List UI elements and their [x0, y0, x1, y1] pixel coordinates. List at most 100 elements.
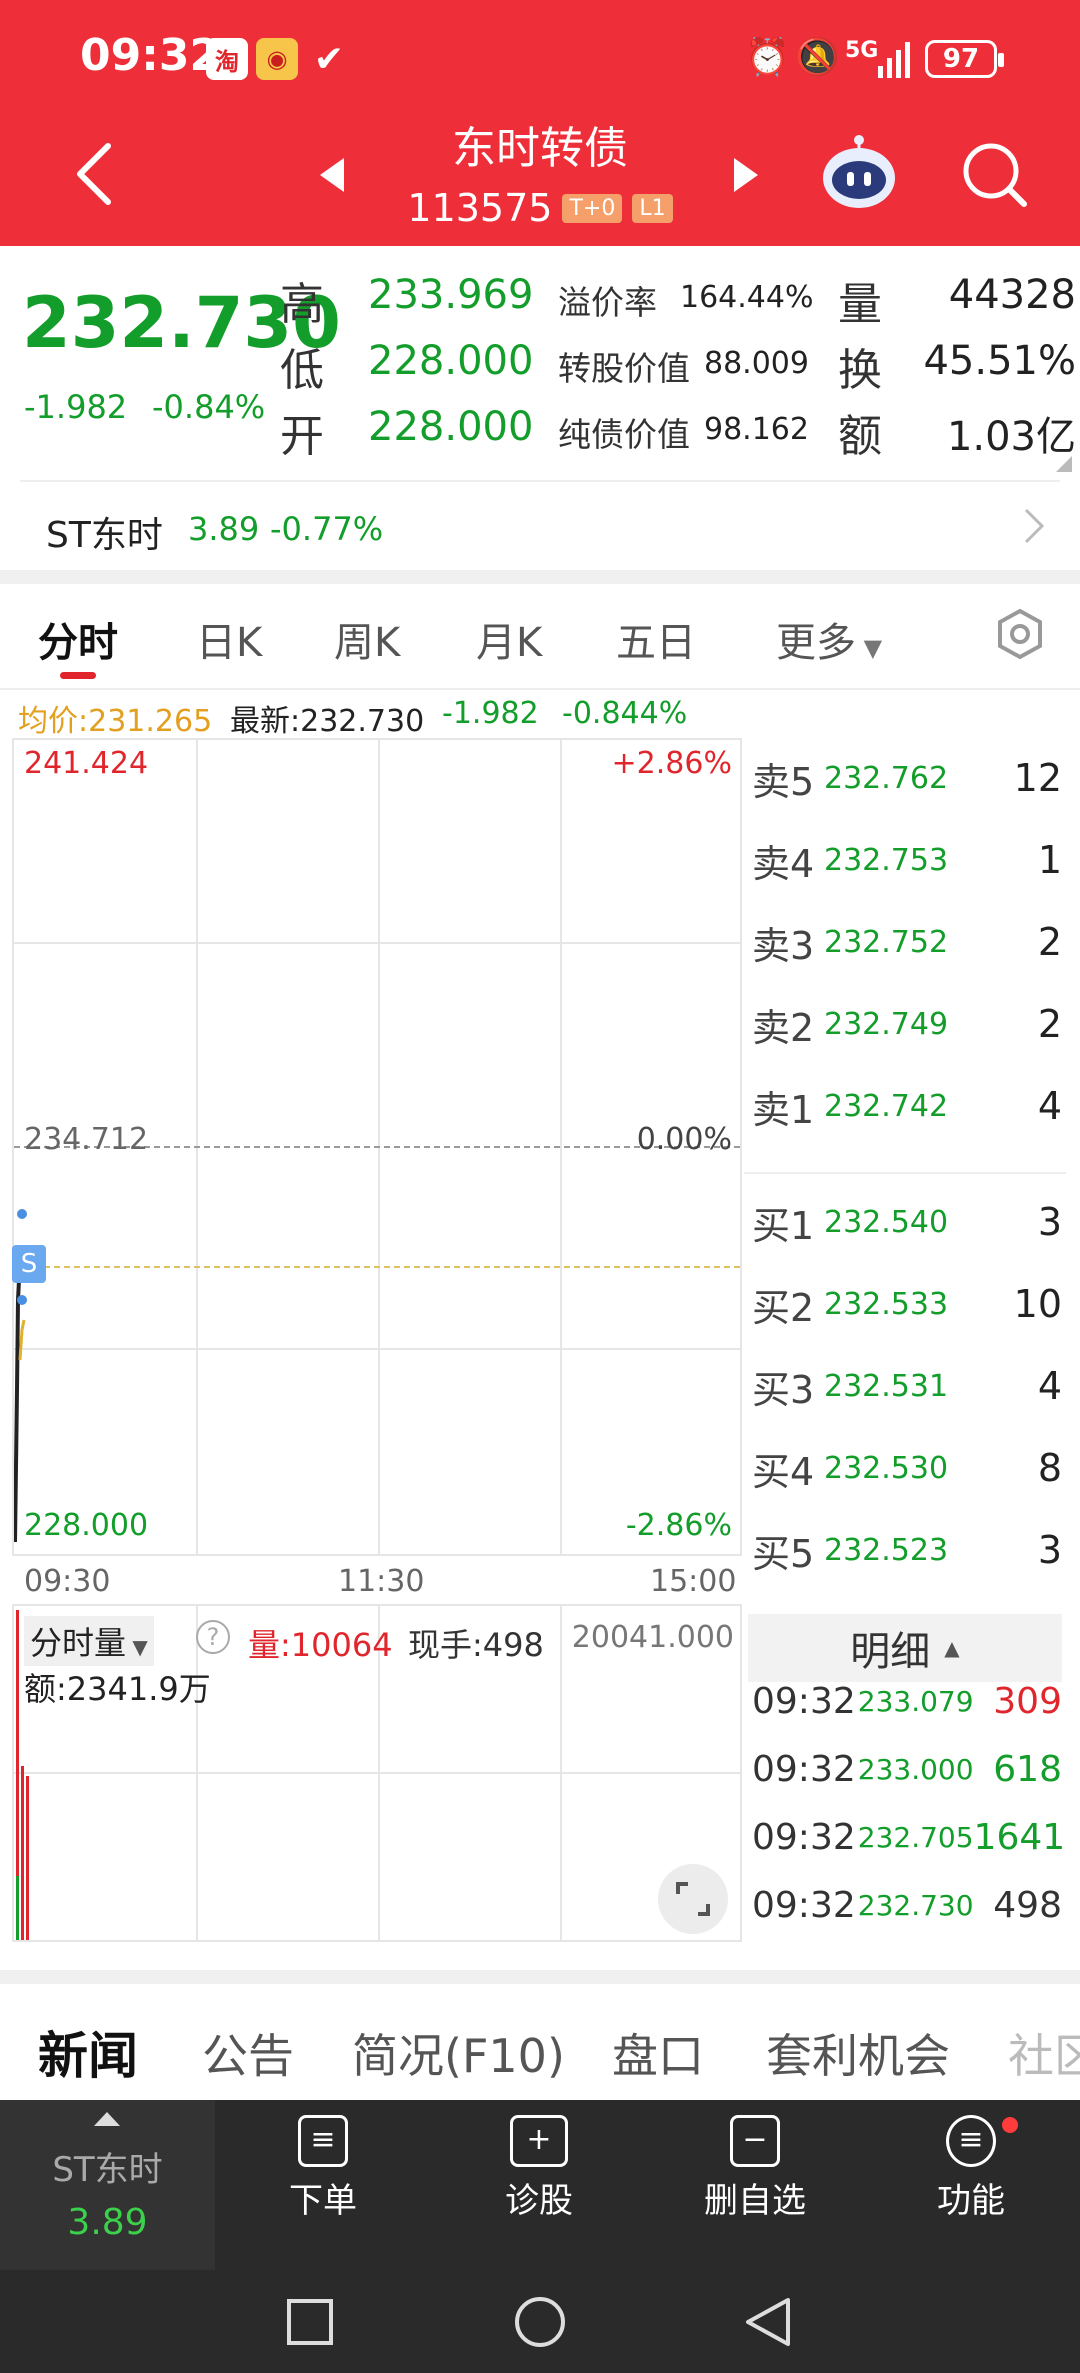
bond-value: 98.162 — [704, 412, 809, 447]
underlying-change: -0.77% — [270, 510, 384, 548]
y-min-label: 228.000 — [24, 1508, 149, 1543]
status-time: 09:32 — [80, 30, 221, 81]
trade-row: 09:32 232.730 498 — [752, 1884, 1062, 1926]
order-book: 卖5 232.762 12 卖4 232.753 1 卖3 232.752 2 … — [744, 738, 1066, 1166]
conv-value-label: 转股价值 — [558, 349, 690, 388]
trade-row: 09:32 233.000 618 — [752, 1748, 1062, 1790]
order-button[interactable]: ≡ 下单 — [248, 2115, 398, 2222]
x-label-start: 09:30 — [24, 1564, 111, 1599]
tab-more[interactable]: 更多 ▼ — [776, 610, 882, 668]
y-min-pct-label: -2.86% — [625, 1508, 732, 1543]
tab-order-flow[interactable]: 盘口 — [612, 2020, 704, 2086]
bottom-stock-price: 3.89 — [67, 2202, 148, 2243]
high-value: 233.969 — [368, 272, 534, 318]
trade-row: 09:32 232.705 1641 — [752, 1816, 1066, 1858]
info-change: -1.982 — [442, 696, 539, 731]
info-change-pct: -0.844% — [562, 696, 688, 731]
chevron-right-icon — [1024, 508, 1045, 544]
expand-chart-button[interactable] — [658, 1864, 728, 1934]
robot-assistant-icon[interactable] — [818, 130, 900, 212]
weibo-icon: ◉ — [256, 38, 298, 80]
tab-five-day[interactable]: 五日 — [616, 610, 696, 668]
high-label: 高 — [280, 279, 324, 330]
price-change: -1.982 — [24, 388, 128, 426]
caret-up-icon — [94, 2112, 120, 2126]
amount-label: 额 — [838, 411, 882, 462]
page-title: 东时转债 — [452, 123, 628, 174]
tag-t0: T+0 — [562, 193, 623, 223]
intraday-chart[interactable]: S 241.424 +2.86% 234.712 0.00% 228.000 -… — [12, 738, 742, 1556]
tab-news[interactable]: 新闻 — [38, 2016, 138, 2088]
divider — [20, 480, 1060, 482]
network-label: 5G — [845, 38, 879, 63]
premium-value: 164.44% — [680, 280, 814, 315]
functions-button[interactable]: ≡ 功能 — [896, 2115, 1046, 2222]
avg-price: 均价:231.265 — [18, 704, 213, 739]
sell-marker[interactable]: S — [12, 1245, 46, 1283]
tab-arbitrage[interactable]: 套利机会 — [766, 2020, 950, 2086]
menu-circle-icon: ≡ — [946, 2115, 996, 2167]
remove-watchlist-button[interactable]: − 删自选 — [680, 2115, 830, 2222]
bid-row-3[interactable]: 买3 232.531 4 — [752, 1346, 1062, 1426]
volume-type-selector[interactable]: 分时量 ▼ — [24, 1616, 154, 1666]
settings-hex-icon[interactable] — [994, 608, 1046, 660]
caret-up-icon: ▲ — [944, 1636, 960, 1660]
volume-chart[interactable]: 分时量 ▼ ? 量:10064 现手:498 20041.000 额:2341.… — [12, 1604, 742, 1942]
ask-row-2[interactable]: 卖2 232.749 2 — [752, 984, 1062, 1064]
tab-weekly-k[interactable]: 周K — [334, 610, 400, 668]
active-tab-indicator — [60, 672, 96, 679]
back-icon[interactable] — [744, 2296, 792, 2348]
ask-row-1[interactable]: 卖1 232.742 4 — [752, 1066, 1062, 1146]
expand-icon — [676, 1882, 710, 1916]
x-label-end: 15:00 — [650, 1564, 737, 1599]
bid-row-1[interactable]: 买1 232.540 3 — [752, 1182, 1062, 1262]
ask-row-3[interactable]: 卖3 232.752 2 — [752, 902, 1062, 982]
bid-row-5[interactable]: 买5 232.523 3 — [752, 1510, 1062, 1590]
document-icon: ≡ — [298, 2115, 348, 2167]
dropdown-caret-icon: ▼ — [856, 634, 883, 662]
alarm-icon: ⏰ — [745, 37, 790, 78]
tab-community[interactable]: 社区 — [1008, 2020, 1080, 2084]
stock-code-row: 113575 T+0 L1 — [0, 186, 1080, 230]
app-root: 09:32 淘 ◉ ✔ ⏰ 🔕 5G 97 东时转债 113575 T+0 L1 — [0, 0, 1080, 2373]
recent-apps-icon[interactable] — [286, 2298, 334, 2346]
bottom-stock-switch[interactable]: ST东时 3.89 — [0, 2100, 215, 2270]
ask-row-4[interactable]: 卖4 232.753 1 — [752, 820, 1062, 900]
bid-row-4[interactable]: 买4 232.530 8 — [752, 1428, 1062, 1508]
notification-dot — [1002, 2117, 1018, 2133]
y-max-pct-label: +2.86% — [611, 746, 732, 781]
volume-value: 量:10064 — [248, 1626, 393, 1664]
tag-l1: L1 — [632, 193, 673, 223]
tab-intraday[interactable]: 分时 — [38, 610, 118, 668]
turnover-value: 45.51% — [923, 338, 1076, 384]
shield-icon: ✔ — [313, 38, 345, 80]
trade-row: 09:32 233.079 309 — [752, 1680, 1062, 1722]
tab-monthly-k[interactable]: 月K — [476, 610, 542, 668]
low-value: 228.000 — [368, 338, 534, 384]
stock-code: 113575 — [407, 186, 553, 230]
conv-value: 88.009 — [704, 346, 809, 381]
diagnose-button[interactable]: + 诊股 — [464, 2115, 614, 2222]
tab-daily-k[interactable]: 日K — [196, 610, 262, 668]
section-divider — [0, 1970, 1080, 1984]
section-divider — [0, 570, 1080, 584]
search-icon[interactable] — [960, 140, 1030, 210]
bond-value-label: 纯债价值 — [558, 415, 690, 454]
volume-label: 量 — [838, 279, 882, 330]
premium-label: 溢价率 — [558, 283, 657, 322]
next-stock-icon[interactable] — [732, 156, 760, 194]
tab-announcements[interactable]: 公告 — [202, 2020, 294, 2086]
y-mid-label: 234.712 — [24, 1122, 149, 1157]
bid-row-2[interactable]: 买2 232.533 10 — [752, 1264, 1062, 1344]
mute-icon: 🔕 — [795, 37, 840, 78]
tab-f10[interactable]: 简况(F10) — [352, 2020, 565, 2086]
open-label: 开 — [280, 411, 324, 462]
y-mid-pct-label: 0.00% — [636, 1122, 732, 1157]
ask-row-5[interactable]: 卖5 232.762 12 — [752, 738, 1062, 818]
underlying-stock-row[interactable]: ST东时 3.89 -0.77% — [0, 484, 1080, 570]
help-icon[interactable]: ? — [196, 1620, 230, 1654]
y-max-label: 241.424 — [24, 746, 149, 781]
home-icon[interactable] — [514, 2296, 566, 2348]
latest-price: 最新:232.730 — [230, 704, 425, 739]
turnover-label: 换 — [838, 345, 882, 396]
